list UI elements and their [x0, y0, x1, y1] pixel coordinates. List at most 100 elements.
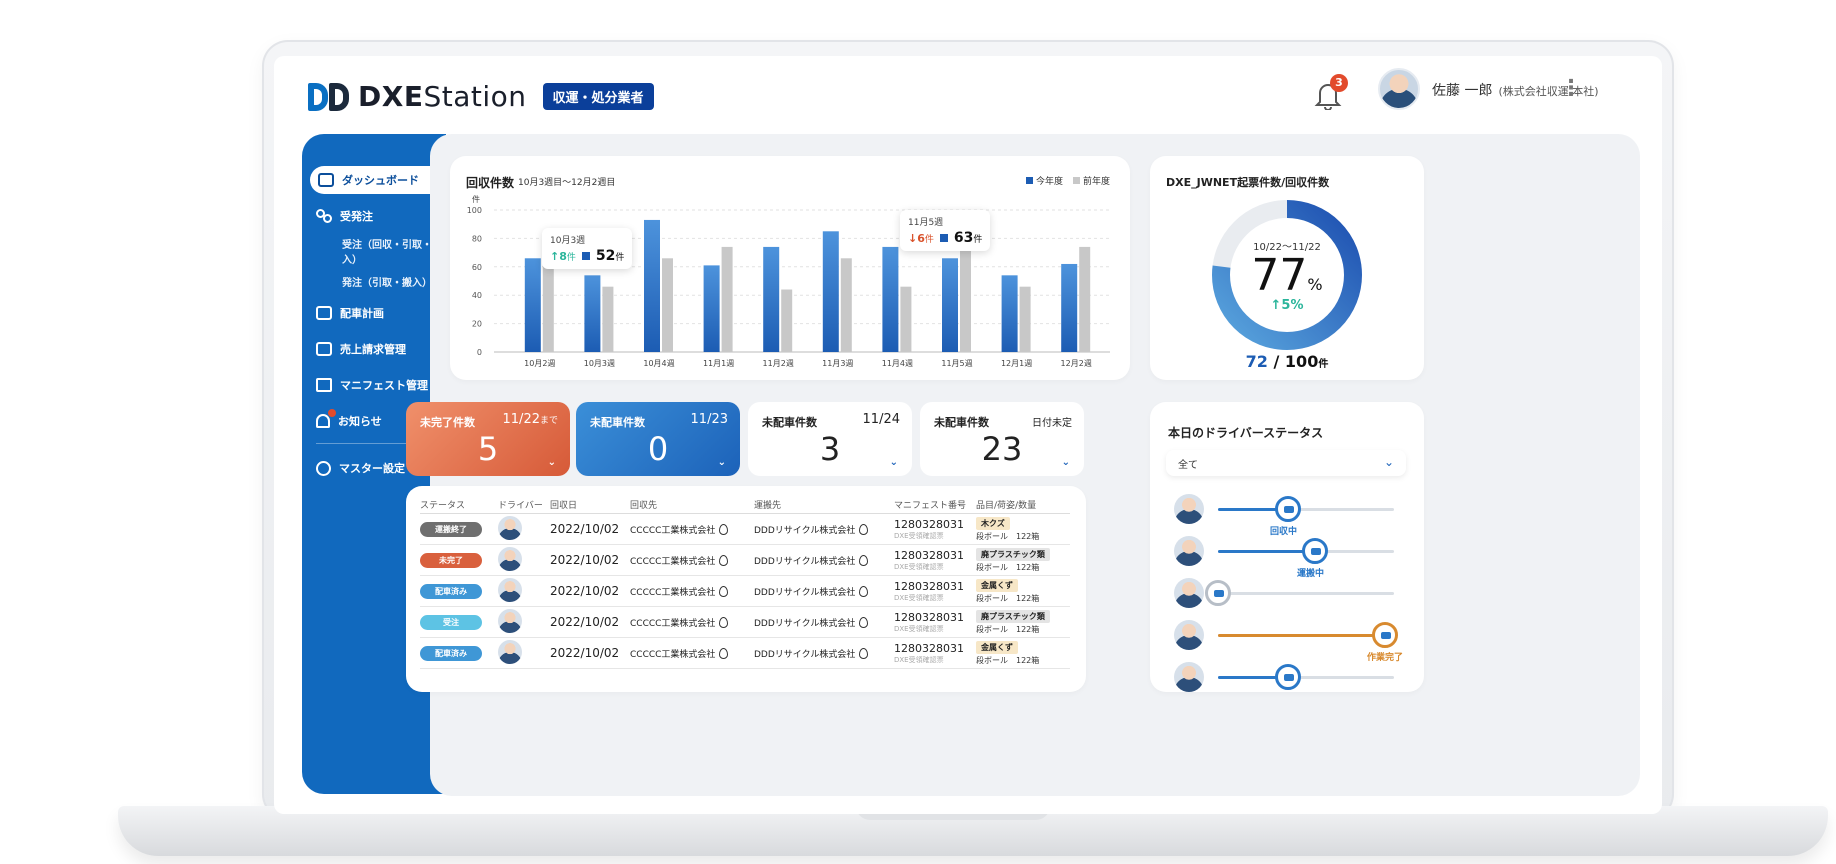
chevron-down-icon[interactable]: ⌄ — [548, 457, 556, 468]
collection-date: 2022/10/02 — [550, 646, 620, 660]
item-info: 廃プラスチック類 段ボール 122箱 — [976, 547, 1070, 573]
location-pin-icon[interactable] — [719, 554, 729, 566]
chart-tooltip: 11月5週 ↓6件 63件 — [900, 210, 991, 251]
chevron-down-icon[interactable]: ⌄ — [1062, 457, 1070, 468]
jwnet-ratio-card: DXE_JWNET起票件数/回収件数 10/22〜11/22 77% ↑5% 7… — [1150, 156, 1424, 380]
bar-this-year — [584, 275, 601, 352]
table-row[interactable]: 運搬終了 2022/10/02 CCCCC工業株式会社 DDDリサイクル株式会社… — [420, 514, 1070, 545]
sidebar-item-label: お知らせ — [338, 415, 382, 428]
location-pin-icon[interactable] — [719, 647, 729, 659]
location-pin-icon[interactable] — [859, 523, 869, 535]
status-badge: 未完了 — [420, 552, 482, 568]
table-row[interactable]: 配車済み 2022/10/02 CCCCC工業株式会社 DDDリサイクル株式会社… — [420, 576, 1070, 607]
driver-status-row[interactable]: 作業完了 — [1174, 620, 1404, 663]
chevron-down-icon[interactable]: ⌄ — [890, 457, 898, 468]
bar-last-year — [542, 261, 554, 352]
sidebar-item-manifest[interactable]: マニフェスト管理 — [302, 371, 446, 399]
sidebar-item-billing[interactable]: 売上請求管理 — [302, 335, 446, 363]
sidebar-subitem-place-orders[interactable]: 発注（引取・搬入） — [302, 276, 446, 291]
location-pin-icon[interactable] — [859, 616, 869, 628]
chart-subtitle: 10月3週目〜12月2週目 — [518, 178, 616, 188]
sidebar-item-label: マスター設定 — [339, 462, 405, 475]
chart-title: 回収件数 — [466, 176, 515, 190]
sidebar-item-orders[interactable]: 受発注 — [302, 202, 446, 230]
sidebar-item-dashboard[interactable]: ダッシュボード — [310, 166, 446, 194]
collection-site: CCCCC工業株式会社 — [630, 647, 754, 660]
driver-status-card: 本日のドライバーステータス 全て ⌄ 回収中 運搬中 作業完了 — [1150, 402, 1424, 692]
destination-site: DDDリサイクル株式会社 — [754, 616, 894, 629]
manifest-number: 1280328031 DXE受領確認票 — [894, 548, 964, 571]
notification-button[interactable]: 3 — [1314, 74, 1348, 111]
manifest-number: 1280328031 DXE受領確認票 — [894, 579, 964, 602]
sidebar-item-dispatch[interactable]: 配車計画 — [302, 299, 446, 327]
status-badge: 運搬終了 — [420, 521, 482, 537]
driver-avatar — [1174, 536, 1204, 566]
driver-avatar — [498, 608, 522, 633]
truck-icon — [1275, 496, 1301, 522]
x-tick-label: 10月3週 — [584, 359, 615, 368]
manifest-number: 1280328031 DXE受領確認票 — [894, 641, 964, 664]
x-tick-label: 11月2週 — [763, 359, 794, 368]
chevron-down-icon[interactable]: ⌄ — [718, 457, 726, 468]
table-row[interactable]: 配車済み 2022/10/02 CCCCC工業株式会社 DDDリサイクル株式会社… — [420, 638, 1070, 669]
donut-change: ↑5% — [1270, 298, 1304, 313]
donut-percent: 77% — [1251, 250, 1323, 301]
location-pin-icon[interactable] — [859, 647, 869, 659]
driver-status-row[interactable]: 回収中 — [1174, 494, 1404, 537]
bar-last-year — [900, 286, 912, 352]
table-row[interactable]: 受注 2022/10/02 CCCCC工業株式会社 DDDリサイクル株式会社 1… — [420, 607, 1070, 638]
collection-site: CCCCC工業株式会社 — [630, 523, 754, 536]
destination-site: DDDリサイクル株式会社 — [754, 585, 894, 598]
sidebar-item-label: 配車計画 — [340, 307, 384, 320]
kpi-incomplete[interactable]: 未完了件数 11/22まで 5 ⌄ — [406, 402, 570, 476]
user-avatar[interactable] — [1378, 68, 1420, 110]
kpi-undispatched-1123[interactable]: 未配車件数 11/23 0 ⌄ — [576, 402, 740, 476]
app-logo[interactable]: DXEStation 収運・処分業者 — [308, 80, 654, 113]
driver-status-row[interactable] — [1174, 578, 1404, 618]
kpi-undispatched-undated[interactable]: 未配車件数 日付未定 23 ⌄ — [920, 402, 1084, 476]
location-pin-icon[interactable] — [719, 523, 729, 535]
laptop-mockup: DXEStation 収運・処分業者 3 佐藤 一郎 (株式会社収運 本社) ⋮ … — [0, 0, 1836, 864]
bar-this-year — [524, 258, 541, 352]
status-badge: 配車済み — [420, 645, 482, 661]
y-tick-label: 0 — [477, 348, 482, 357]
chevron-down-icon: ⌄ — [1383, 455, 1394, 469]
item-info: 木クズ 段ボール 122箱 — [976, 516, 1040, 541]
chart-legend: 今年度 前年度 — [1025, 174, 1110, 187]
table-row[interactable]: 未完了 2022/10/02 CCCCC工業株式会社 DDDリサイクル株式会社 … — [420, 545, 1070, 576]
driver-status-row[interactable] — [1174, 662, 1404, 692]
location-pin-icon[interactable] — [719, 616, 729, 628]
location-pin-icon[interactable] — [859, 554, 869, 566]
bell-icon — [316, 414, 330, 428]
flow-icon — [316, 209, 332, 223]
collection-date: 2022/10/02 — [550, 522, 620, 536]
role-badge: 収運・処分業者 — [542, 83, 654, 110]
bar-this-year — [822, 231, 839, 352]
driver-avatar — [498, 639, 522, 664]
kpi-undispatched-1124[interactable]: 未配車件数 11/24 3 ⌄ — [748, 402, 912, 476]
driver-avatar — [1174, 494, 1204, 524]
sidebar-item-label: マニフェスト管理 — [340, 379, 428, 392]
driver-status-row[interactable]: 運搬中 — [1174, 536, 1404, 579]
sidebar-item-label: ダッシュボード — [342, 174, 419, 187]
sidebar-item-label: 受発注 — [340, 210, 373, 223]
x-tick-label: 10月4週 — [643, 359, 674, 368]
bar-last-year — [840, 258, 852, 352]
item-info: 金属くず 段ボール 122箱 — [976, 578, 1040, 603]
status-badge: 配車済み — [420, 583, 482, 599]
bar-last-year — [721, 246, 733, 352]
collection-site: CCCCC工業株式会社 — [630, 554, 754, 567]
sidebar-subitem-receive-orders[interactable]: 受注（回収・引取・搬入） — [302, 238, 446, 268]
app-header: DXEStation 収運・処分業者 3 佐藤 一郎 (株式会社収運 本社) ⋮ — [274, 56, 1662, 134]
driver-filter-select[interactable]: 全て ⌄ — [1166, 450, 1406, 476]
logo-text: DXEStation — [358, 80, 527, 113]
truck-icon — [1372, 622, 1398, 648]
collection-date: 2022/10/02 — [550, 553, 620, 567]
location-pin-icon[interactable] — [719, 585, 729, 597]
x-tick-label: 11月5週 — [941, 359, 972, 368]
location-pin-icon[interactable] — [859, 585, 869, 597]
driver-progress-track — [1218, 622, 1398, 648]
more-menu-icon[interactable]: ⋮ — [1560, 74, 1582, 106]
driver-progress-track — [1218, 664, 1394, 690]
item-info: 金属くず 段ボール 122箱 — [976, 640, 1040, 665]
